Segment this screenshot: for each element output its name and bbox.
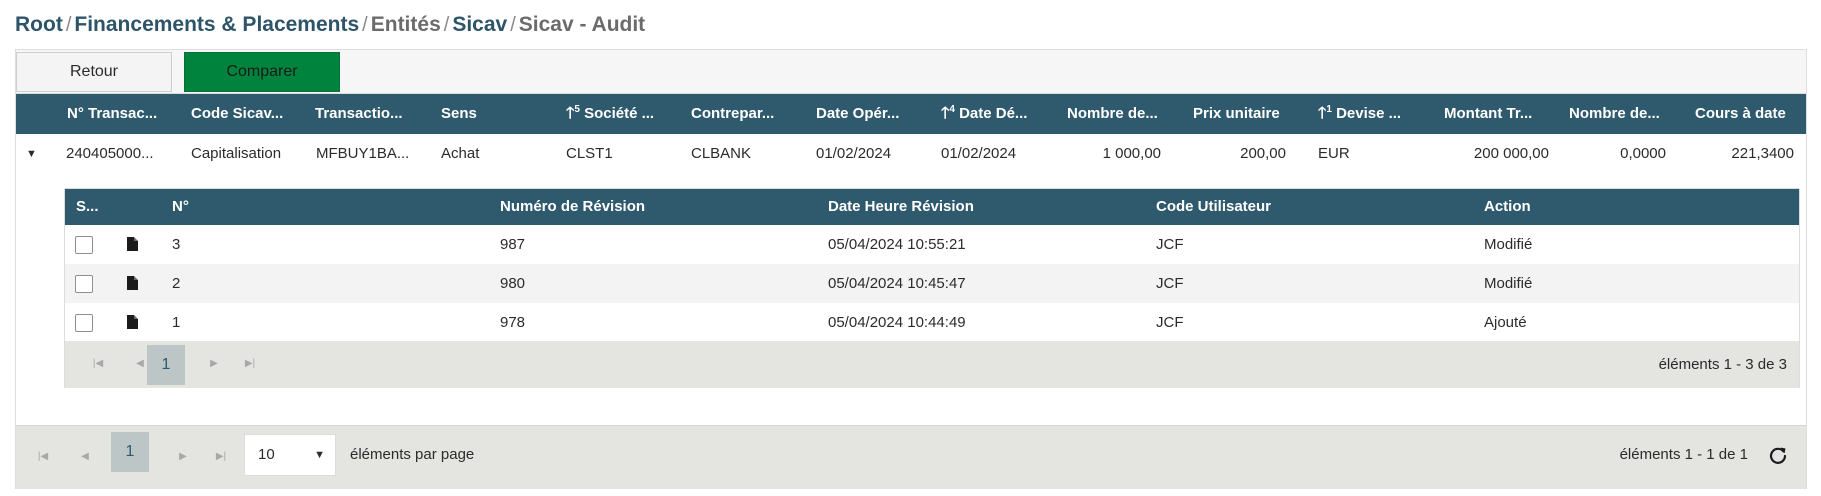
column-header-direction[interactable]: Sens bbox=[441, 94, 531, 134]
revision-number: 987 bbox=[500, 236, 526, 253]
main-pager-info: éléments 1 - 1 de 1 bbox=[1619, 446, 1748, 463]
row-checkbox[interactable] bbox=[75, 236, 93, 254]
revision-row-number: 2 bbox=[172, 275, 181, 292]
revision-pager-info: éléments 1 - 3 de 3 bbox=[1658, 356, 1787, 373]
cell-operation-date: 01/02/2024 bbox=[816, 145, 892, 162]
revision-user: JCF bbox=[1156, 275, 1184, 292]
audit-panel: Retour Comparer N° Transac... Code Sicav… bbox=[15, 49, 1807, 489]
column-header-quantity[interactable]: Nombre de... bbox=[1067, 94, 1172, 134]
breadcrumb-separator: / bbox=[65, 13, 72, 36]
revision-datetime: 05/04/2024 10:44:49 bbox=[828, 314, 966, 331]
breadcrumb-sicav[interactable]: Sicav bbox=[452, 13, 507, 37]
column-header-sicav-code[interactable]: Code Sicav... bbox=[191, 94, 301, 134]
next-page-icon[interactable]: ▶ bbox=[197, 345, 231, 383]
revision-pager: |◀ ◀ 1 ▶ ▶| éléments 1 - 3 de 3 bbox=[65, 341, 1799, 388]
sort-order: 5 bbox=[574, 104, 580, 115]
column-header-action[interactable]: Action bbox=[1484, 189, 1531, 225]
cell-shares: 0,0000 bbox=[1620, 145, 1666, 162]
cell-transaction: MFBUY1BA... bbox=[316, 145, 410, 162]
column-header-unit-price[interactable]: Prix unitaire bbox=[1193, 94, 1298, 134]
row-checkbox[interactable] bbox=[75, 314, 93, 332]
revision-row[interactable]: 1 978 05/04/2024 10:44:49 JCF Ajouté bbox=[65, 303, 1799, 342]
breadcrumb-separator: / bbox=[443, 13, 450, 36]
column-header-currency[interactable]: 🡑1 Devise ... bbox=[1318, 94, 1428, 134]
row-checkbox[interactable] bbox=[75, 275, 93, 293]
breadcrumb-root[interactable]: Root bbox=[15, 13, 63, 37]
first-page-icon[interactable]: |◀ bbox=[26, 438, 60, 476]
revision-detail-grid: S... N° Numéro de Révision Date Heure Ré… bbox=[64, 188, 1800, 388]
column-header-counterparty[interactable]: Contrepar... bbox=[691, 94, 796, 134]
next-page-icon[interactable]: ▶ bbox=[166, 438, 200, 476]
last-page-icon[interactable]: ▶| bbox=[233, 345, 267, 383]
revision-row[interactable]: 2 980 05/04/2024 10:45:47 JCF Modifié bbox=[65, 264, 1799, 303]
column-header-company[interactable]: 🡑5 Société ... bbox=[566, 94, 676, 134]
revision-number: 980 bbox=[500, 275, 526, 292]
revision-user: JCF bbox=[1156, 314, 1184, 331]
sort-order: 1 bbox=[1326, 104, 1332, 115]
back-button[interactable]: Retour bbox=[16, 52, 172, 92]
last-page-icon[interactable]: ▶| bbox=[204, 438, 238, 476]
revision-row-number: 1 bbox=[172, 314, 181, 331]
column-header-revision-number[interactable]: Numéro de Révision bbox=[500, 189, 645, 225]
column-header-select[interactable]: S... bbox=[76, 189, 99, 225]
page-size-select[interactable]: 10 ▼ bbox=[244, 434, 336, 476]
column-header-transaction-number[interactable]: N° Transac... bbox=[67, 94, 167, 134]
grid-header: N° Transac... Code Sicav... Transactio..… bbox=[16, 94, 1806, 134]
breadcrumb-current: Sicav - Audit bbox=[518, 13, 646, 36]
column-header-transaction[interactable]: Transactio... bbox=[315, 94, 420, 134]
breadcrumb-separator: / bbox=[510, 13, 516, 36]
revision-row[interactable]: 3 987 05/04/2024 10:55:21 JCF Modifié bbox=[65, 225, 1799, 264]
cell-unit-price: 200,00 bbox=[1240, 145, 1286, 162]
toolbar: Retour Comparer bbox=[16, 50, 1806, 94]
compare-button[interactable]: Comparer bbox=[184, 52, 340, 92]
breadcrumb-entites[interactable]: Entités bbox=[371, 13, 441, 37]
column-header-revision-datetime[interactable]: Date Heure Révision bbox=[828, 189, 974, 225]
page-number-current[interactable]: 1 bbox=[111, 432, 149, 472]
table-row[interactable]: ▼ 240405000... Capitalisation MFBUY1BA..… bbox=[16, 134, 1806, 174]
cell-value-date: 01/02/2024 bbox=[941, 145, 1017, 162]
cell-sicav-code: Capitalisation bbox=[191, 145, 282, 162]
cell-price-at-date: 221,3400 bbox=[1731, 145, 1794, 162]
column-header-user-code[interactable]: Code Utilisateur bbox=[1156, 189, 1271, 225]
document-icon[interactable] bbox=[127, 315, 138, 329]
revision-action: Modifié bbox=[1484, 236, 1533, 253]
cell-counterparty: CLBANK bbox=[691, 145, 752, 162]
caret-down-icon: ▼ bbox=[314, 449, 325, 461]
column-header-price-at-date[interactable]: Cours à date bbox=[1695, 94, 1800, 134]
revision-row-number: 3 bbox=[172, 236, 181, 253]
column-header-value-date[interactable]: 🡑4 Date Dé... bbox=[941, 94, 1046, 134]
page-size-value: 10 bbox=[258, 446, 275, 463]
revision-datetime: 05/04/2024 10:45:47 bbox=[828, 275, 966, 292]
revision-action: Modifié bbox=[1484, 275, 1533, 292]
revision-number: 978 bbox=[500, 314, 526, 331]
previous-page-icon[interactable]: ◀ bbox=[68, 438, 102, 476]
breadcrumb: Root / Financements & Placements / Entit… bbox=[15, 10, 645, 40]
column-header-operation-date[interactable]: Date Opér... bbox=[816, 94, 916, 134]
sort-order: 4 bbox=[949, 104, 955, 115]
main-pager: |◀ ◀ 1 ▶ ▶| 10 ▼ éléments par page éléme… bbox=[16, 425, 1806, 489]
revision-grid-header: S... N° Numéro de Révision Date Heure Ré… bbox=[65, 189, 1799, 225]
caret-down-icon[interactable]: ▼ bbox=[26, 134, 37, 174]
first-page-icon[interactable]: |◀ bbox=[81, 345, 115, 383]
cell-amount: 200 000,00 bbox=[1473, 145, 1549, 162]
document-icon[interactable] bbox=[127, 237, 138, 251]
revision-action: Ajouté bbox=[1484, 314, 1527, 331]
page-number-current[interactable]: 1 bbox=[147, 345, 185, 385]
column-header-shares[interactable]: Nombre de... bbox=[1569, 94, 1674, 134]
cell-quantity: 1 000,00 bbox=[1102, 145, 1161, 162]
cell-transaction-number: 240405000... bbox=[66, 145, 154, 162]
column-header-amount[interactable]: Montant Tr... bbox=[1444, 94, 1549, 134]
revision-datetime: 05/04/2024 10:55:21 bbox=[828, 236, 966, 253]
revision-user: JCF bbox=[1156, 236, 1184, 253]
cell-direction: Achat bbox=[441, 145, 480, 162]
column-header-number[interactable]: N° bbox=[172, 189, 189, 225]
cell-company: CLST1 bbox=[566, 145, 613, 162]
breadcrumb-financements[interactable]: Financements & Placements bbox=[74, 13, 359, 37]
breadcrumb-separator: / bbox=[362, 13, 368, 36]
cell-currency: EUR bbox=[1318, 145, 1350, 162]
page-size-label: éléments par page bbox=[350, 446, 475, 463]
refresh-icon[interactable] bbox=[1768, 445, 1788, 465]
document-icon[interactable] bbox=[127, 276, 138, 290]
